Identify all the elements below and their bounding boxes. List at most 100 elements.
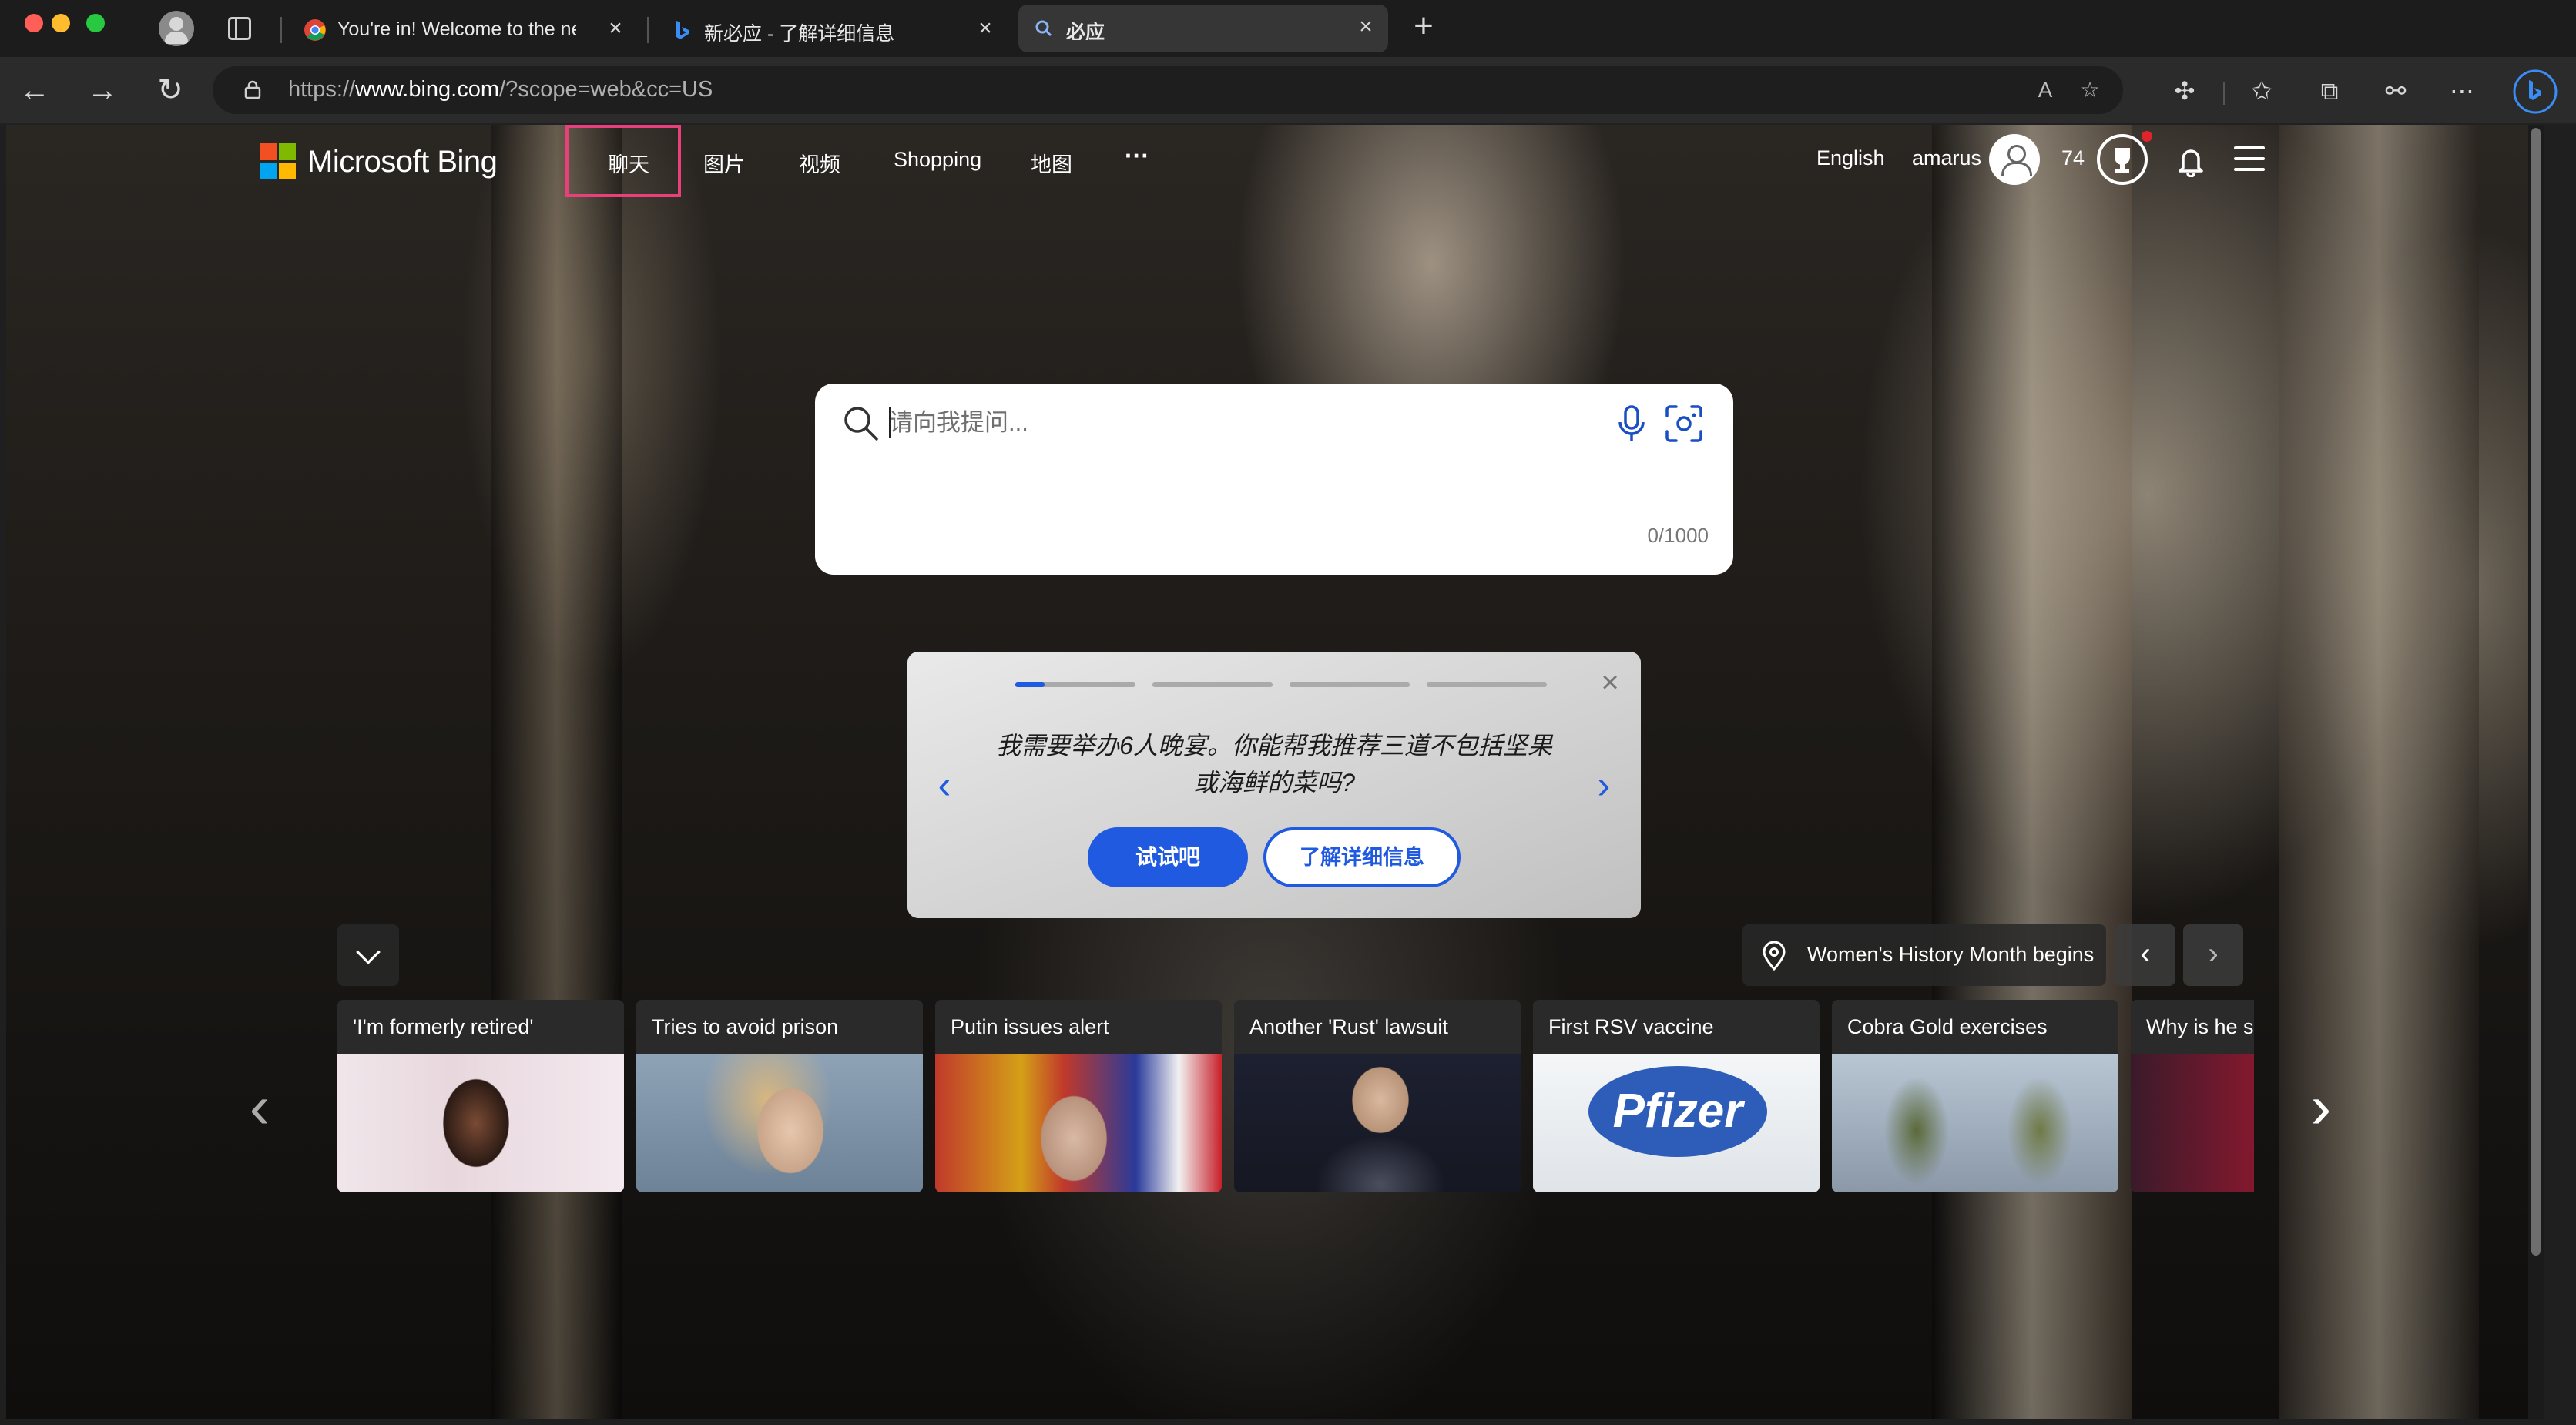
- news-card-title: Another 'Rust' lawsuit: [1234, 1000, 1521, 1054]
- news-thumbnail: [935, 1054, 1222, 1192]
- nav-shopping[interactable]: Shopping: [894, 148, 981, 172]
- visual-search-icon[interactable]: [1662, 402, 1706, 445]
- more-menu-icon[interactable]: ⋯: [2447, 75, 2477, 106]
- browser-toolbar: ← → ↻ https://www.bing.com/?scope=web&cc…: [0, 57, 2576, 123]
- favorites-icon[interactable]: ✩: [2246, 75, 2277, 106]
- chat-suggestion-card: × ‹ 我需要举办6人晚宴。你能帮我推荐三道不包括坚果或海鲜的菜吗? › 试试吧…: [907, 652, 1641, 918]
- tab-title: You're in! Welcome to the new Bing!: [337, 18, 576, 40]
- close-tab-icon[interactable]: ×: [974, 17, 997, 40]
- search-icon[interactable]: [841, 404, 880, 442]
- maximize-window-button[interactable]: [86, 14, 105, 32]
- read-aloud-icon[interactable]: A: [2032, 77, 2058, 103]
- add-favorite-icon[interactable]: ☆: [2077, 77, 2103, 103]
- nav-images[interactable]: 图片: [703, 148, 745, 178]
- news-card[interactable]: Another 'Rust' lawsuit: [1234, 1000, 1521, 1192]
- browser-profile-icon[interactable]: [159, 11, 194, 46]
- news-card[interactable]: Why is he s: [2131, 1000, 2254, 1192]
- notification-dot: [2142, 131, 2152, 142]
- news-card[interactable]: Tries to avoid prison: [636, 1000, 923, 1192]
- tab-actions-icon[interactable]: [228, 17, 251, 40]
- news-next-icon[interactable]: ›: [2302, 1076, 2340, 1142]
- lock-icon: [244, 80, 261, 99]
- news-prev-icon[interactable]: ‹: [240, 1076, 279, 1142]
- back-icon[interactable]: ←: [17, 72, 52, 108]
- refresh-icon[interactable]: ↻: [153, 72, 188, 108]
- progress-segment: [1427, 682, 1547, 687]
- avatar[interactable]: [1989, 134, 2040, 185]
- minimize-window-button[interactable]: [52, 14, 70, 32]
- news-thumbnail: Pfizer: [1533, 1054, 1820, 1192]
- forward-icon[interactable]: →: [85, 72, 120, 108]
- nav-chat[interactable]: 聊天: [608, 148, 649, 178]
- news-thumbnail: [1234, 1054, 1521, 1192]
- progress-segment: [1015, 682, 1135, 687]
- close-tab-icon[interactable]: ×: [1354, 15, 1377, 39]
- nav-maps[interactable]: 地图: [1031, 148, 1072, 178]
- nav-more-icon[interactable]: ···: [1125, 142, 1149, 170]
- background-image: [1932, 125, 2132, 1419]
- tab-welcome[interactable]: You're in! Welcome to the new Bing! ×: [280, 6, 638, 52]
- url-text[interactable]: https://www.bing.com/?scope=web&cc=US: [288, 77, 713, 102]
- page-scrollbar[interactable]: [2528, 125, 2544, 1419]
- tab-title: 新必应 - 了解详细信息: [704, 23, 895, 42]
- url-scheme: https://: [288, 77, 356, 102]
- suggestion-text: 我需要举办6人晚宴。你能帮我推荐三道不包括坚果或海鲜的菜吗?: [996, 732, 1552, 796]
- chrome-icon: [304, 19, 326, 41]
- news-thumbnail: [2131, 1054, 2254, 1192]
- close-icon[interactable]: ×: [1596, 667, 1624, 698]
- hamburger-menu-icon[interactable]: [2234, 146, 2265, 173]
- share-icon[interactable]: ⚯: [2380, 75, 2411, 106]
- news-card[interactable]: Cobra Gold exercises: [1832, 1000, 2118, 1192]
- location-pin-icon: [1763, 941, 1786, 971]
- notifications-bell-icon[interactable]: [2175, 145, 2206, 177]
- search-input[interactable]: [889, 404, 1567, 442]
- try-it-button[interactable]: 试试吧: [1088, 827, 1248, 887]
- rewards-trophy-icon[interactable]: [2097, 134, 2148, 185]
- chevron-right-icon[interactable]: ›: [1588, 766, 1619, 806]
- news-card[interactable]: Putin issues alert: [935, 1000, 1222, 1192]
- microphone-icon[interactable]: [1613, 404, 1650, 444]
- bing-icon: [676, 21, 689, 39]
- bing-chat-icon[interactable]: [2513, 69, 2558, 114]
- story-title: Women's History Month begins: [1807, 943, 2095, 966]
- close-tab-icon[interactable]: ×: [604, 17, 627, 40]
- chevron-down-icon: [356, 940, 381, 964]
- chevron-left-icon[interactable]: ‹: [929, 766, 960, 806]
- logo-text: Microsoft Bing: [307, 145, 498, 179]
- nav-videos[interactable]: 视频: [799, 148, 840, 178]
- collapse-feed-button[interactable]: [337, 924, 399, 986]
- news-card-title: Putin issues alert: [935, 1000, 1222, 1054]
- next-image-button[interactable]: ›: [2183, 924, 2243, 986]
- username[interactable]: amarus: [1912, 146, 1981, 170]
- learn-more-button[interactable]: 了解详细信息: [1263, 827, 1461, 887]
- close-window-button[interactable]: [25, 14, 43, 32]
- background-image: [491, 125, 622, 1419]
- search-box: 0/1000: [815, 384, 1733, 575]
- ms-logo-square: [260, 143, 277, 160]
- collections-icon[interactable]: ⧉: [2314, 75, 2345, 106]
- news-thumbnail: [636, 1054, 923, 1192]
- tab-strip: You're in! Welcome to the new Bing! × 新必…: [0, 0, 2576, 57]
- tab-bing-active[interactable]: 必应 ×: [1018, 5, 1388, 52]
- scrollbar-thumb[interactable]: [2531, 128, 2541, 1256]
- news-card[interactable]: First RSV vaccine Pfizer: [1533, 1000, 1820, 1192]
- news-card-title: Tries to avoid prison: [636, 1000, 923, 1054]
- progress-segment: [1290, 682, 1410, 687]
- news-card[interactable]: 'I'm formerly retired': [337, 1000, 624, 1192]
- text-caret: [889, 407, 891, 438]
- tab-new-bing-learn[interactable]: 新必应 - 了解详细信息 ×: [647, 6, 1008, 52]
- previous-image-button[interactable]: ‹: [2115, 924, 2175, 986]
- rewards-points[interactable]: 74: [2061, 146, 2085, 170]
- address-bar[interactable]: https://www.bing.com/?scope=web&cc=US A …: [213, 66, 2123, 114]
- news-card-title: Why is he s: [2131, 1000, 2254, 1054]
- news-thumbnail: [337, 1054, 624, 1192]
- url-host: www.bing.com: [355, 77, 500, 102]
- new-tab-button[interactable]: +: [1407, 9, 1441, 45]
- trophy-icon: [2115, 148, 2130, 173]
- image-story-pill[interactable]: Women's History Month begins: [1742, 924, 2106, 986]
- language-toggle[interactable]: English: [1816, 146, 1885, 170]
- extensions-icon[interactable]: ✣: [2169, 75, 2200, 106]
- toolbar-divider: [2223, 82, 2225, 105]
- bing-logo[interactable]: Microsoft Bing: [260, 140, 498, 183]
- tab-title: 必应: [1066, 22, 1105, 40]
